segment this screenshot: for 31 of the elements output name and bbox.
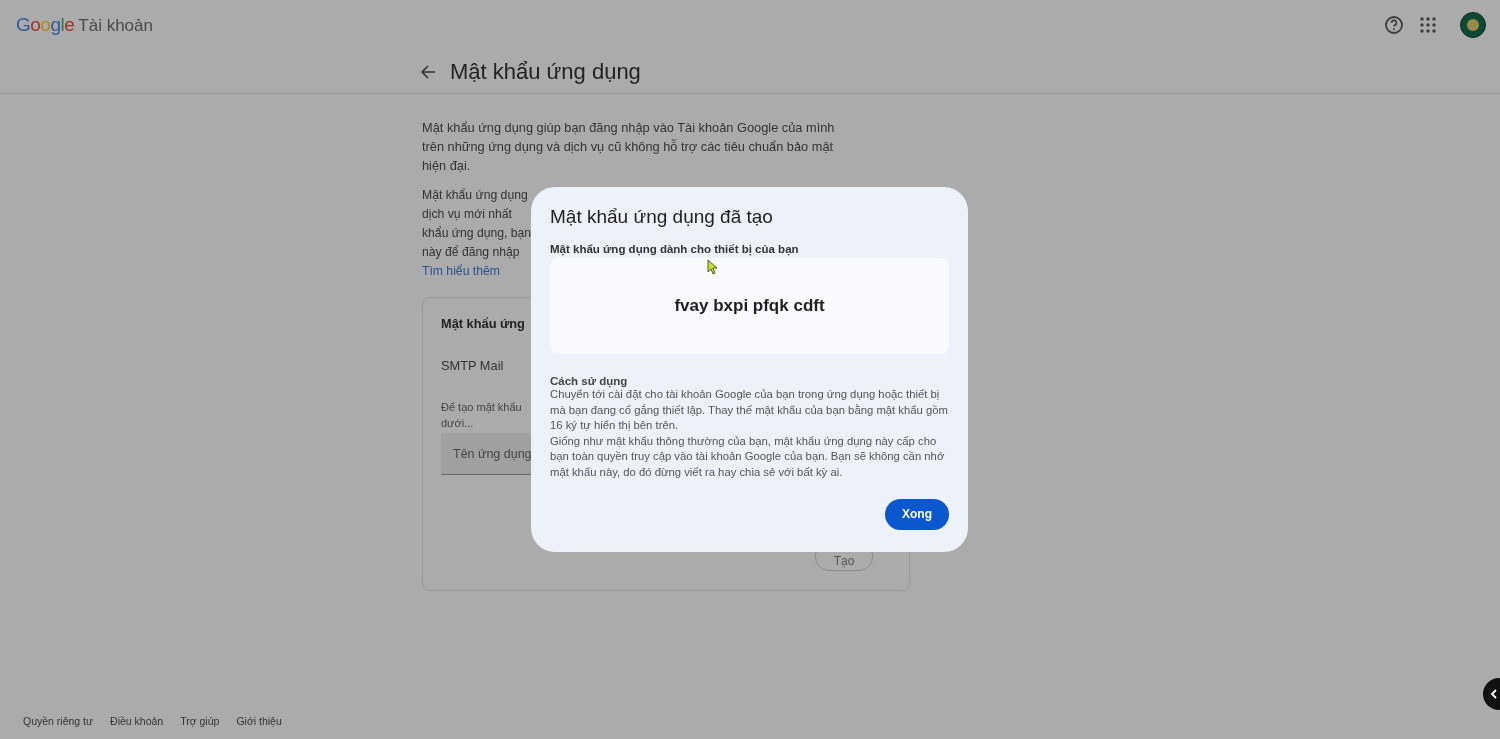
back-arrow-icon[interactable] [420, 63, 436, 80]
floating-button[interactable] [1483, 678, 1500, 710]
help-icon[interactable] [1384, 15, 1404, 35]
app-name: SMTP Mail [441, 358, 504, 373]
done-button[interactable]: Xong [885, 498, 949, 530]
footer-link[interactable]: Giới thiệu [236, 715, 282, 727]
hint-line: dưới... [441, 416, 474, 431]
page-title: Mật khẩu ứng dụng [450, 58, 641, 85]
instruction-paragraph: Chuyển tới cài đặt cho tài khoản Google của bạn trong ứng dụng hoặc thiết bị mà bạn đang cố gắng thiết lập. Thay thế mật khẩu của bạn bằng mật khẩu gồm 16 ký tự hiển thị bên trên. [550, 388, 949, 434]
paragraph-line: khẩu ứng dụng, bạn [422, 225, 532, 242]
password-label: Mật khẩu ứng dụng dành cho thiết bị của bạn [550, 243, 800, 255]
paragraph-line: dịch vụ mới nhất [422, 206, 512, 223]
dialog-title: Mật khẩu ứng dụng đã tạo [550, 206, 774, 228]
instruction-paragraph: Giống như mật khẩu thông thường của bạn, mật khẩu ứng dụng này cấp cho bạn toàn quyền truy cập vào tài khoản Google của bạn. Bạn sẽ không cần nhớ mật khẩu này, do đó đừng viết ra hay chia sẻ với bất kỳ ai. [550, 433, 946, 480]
google-logo[interactable]: Google [16, 14, 75, 36]
apps-grid-icon[interactable] [1420, 17, 1436, 33]
paragraph-line: này để đăng nhập [422, 244, 520, 261]
card-title: Mật khẩu ứng [441, 316, 525, 331]
learn-more-link[interactable]: Tìm hiểu thêm [422, 262, 500, 281]
hint-line: Để tạo mật khẩu [441, 400, 522, 415]
usage-heading: Cách sử dụng [550, 375, 629, 387]
generated-password: fvay bxpi pfqk cdft [674, 296, 825, 316]
avatar-icon[interactable] [1460, 12, 1486, 38]
paragraph-line: Mật khẩu ứng dụng [422, 187, 528, 204]
footer-link[interactable]: Quyền riêng tư [23, 715, 94, 727]
footer-link[interactable]: Trợ giúp [180, 715, 220, 727]
product-name: Tài khoản [78, 16, 153, 36]
footer-link[interactable]: Điều khoản [110, 715, 164, 727]
mouse-cursor-icon [707, 259, 718, 275]
intro-paragraph: Mật khẩu ứng dụng giúp bạn đăng nhập vào Tài khoản Google của mình trên những ứng dụng và dịch vụ cũ không hỗ trợ các tiêu chuẩn bảo mật hiện đại. [422, 119, 836, 175]
chevron-left-icon [1490, 689, 1498, 699]
